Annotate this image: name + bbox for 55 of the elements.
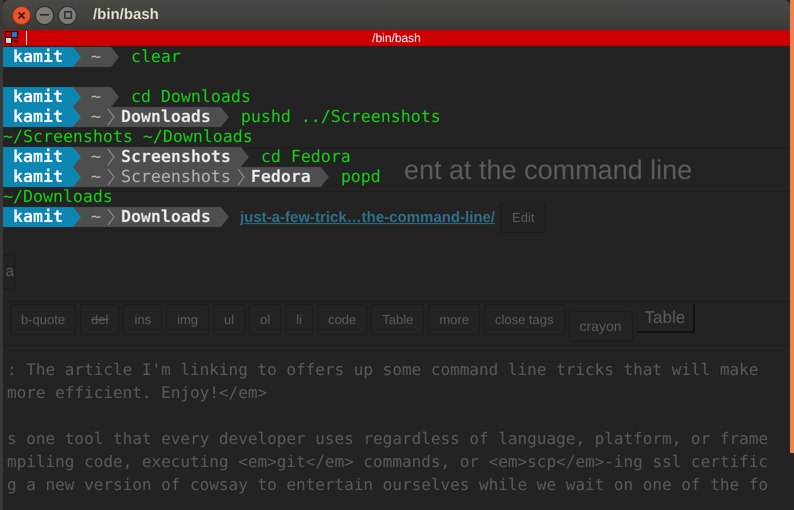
prompt-user-segment: kamit bbox=[3, 167, 81, 187]
directory-name: Screenshots bbox=[120, 167, 231, 187]
toolbar-button[interactable]: ol bbox=[249, 304, 282, 335]
toolbar-button[interactable]: Table bbox=[371, 304, 424, 335]
prompt-user-segment: kamit bbox=[3, 207, 81, 227]
command-text: cd Downloads bbox=[130, 87, 251, 107]
directory-name: Fedora bbox=[250, 167, 311, 187]
toolbar-button[interactable]: code bbox=[317, 304, 368, 335]
command-text: pushd ../Screenshots bbox=[240, 107, 441, 127]
chevron-separator-icon bbox=[106, 108, 115, 126]
close-icon bbox=[17, 10, 26, 20]
toolbar-button[interactable]: li bbox=[285, 304, 314, 335]
command-text: popd bbox=[340, 167, 381, 187]
minimize-icon bbox=[40, 14, 49, 16]
window-title: /bin/bash bbox=[93, 4, 159, 25]
toolbar-button[interactable]: crayon bbox=[568, 311, 633, 342]
permalink-link[interactable]: just-a-few-trick…the-command-line/ bbox=[240, 206, 496, 230]
edit-button[interactable]: Edit bbox=[500, 203, 546, 233]
directory-name: Screenshots bbox=[120, 147, 231, 167]
toolbar-button[interactable]: ul bbox=[213, 304, 246, 335]
toolbar-button[interactable]: ins bbox=[123, 304, 162, 335]
toolbar-button[interactable]: img bbox=[166, 304, 210, 335]
home-directory: ~ bbox=[90, 207, 101, 227]
command-output: ~/Screenshots ~/Downloads bbox=[3, 127, 253, 147]
maximize-button[interactable] bbox=[58, 6, 77, 24]
home-directory: ~ bbox=[90, 107, 101, 127]
side-button[interactable]: a bbox=[3, 255, 15, 289]
tmux-window-title: /bin/bash bbox=[372, 30, 421, 46]
toolbar-button[interactable]: close tags bbox=[484, 304, 565, 335]
prompt-user-segment: kamit bbox=[3, 47, 81, 67]
chevron-separator-icon bbox=[236, 168, 245, 186]
home-directory: ~ bbox=[90, 87, 101, 107]
prompt-user-segment: kamit bbox=[3, 107, 81, 127]
toolbar-button[interactable]: more bbox=[428, 304, 480, 335]
directory-name: Downloads bbox=[120, 207, 211, 227]
toolbar-button[interactable]: del bbox=[80, 304, 120, 335]
directory-name: Downloads bbox=[120, 107, 211, 127]
close-button[interactable] bbox=[12, 6, 31, 24]
home-directory: ~ bbox=[90, 47, 101, 67]
prompt-user-segment: kamit bbox=[3, 147, 81, 167]
chevron-separator-icon bbox=[106, 168, 115, 186]
minimize-button[interactable] bbox=[35, 6, 54, 24]
toolbar-button[interactable]: b-quote bbox=[10, 304, 76, 335]
home-directory: ~ bbox=[90, 147, 101, 167]
chevron-separator-icon bbox=[106, 208, 115, 226]
chevron-separator-icon bbox=[106, 148, 115, 166]
command-text: cd Fedora bbox=[260, 147, 351, 167]
prompt-user-segment: kamit bbox=[3, 87, 81, 107]
window-menu-icon[interactable] bbox=[5, 31, 19, 45]
toolbar-button[interactable]: Table bbox=[636, 304, 696, 333]
home-directory: ~ bbox=[90, 167, 101, 187]
command-text: clear bbox=[130, 47, 181, 67]
page-heading: ent at the command line bbox=[404, 154, 692, 187]
maximize-icon bbox=[64, 11, 72, 19]
command-output: ~/Downloads bbox=[3, 187, 113, 207]
